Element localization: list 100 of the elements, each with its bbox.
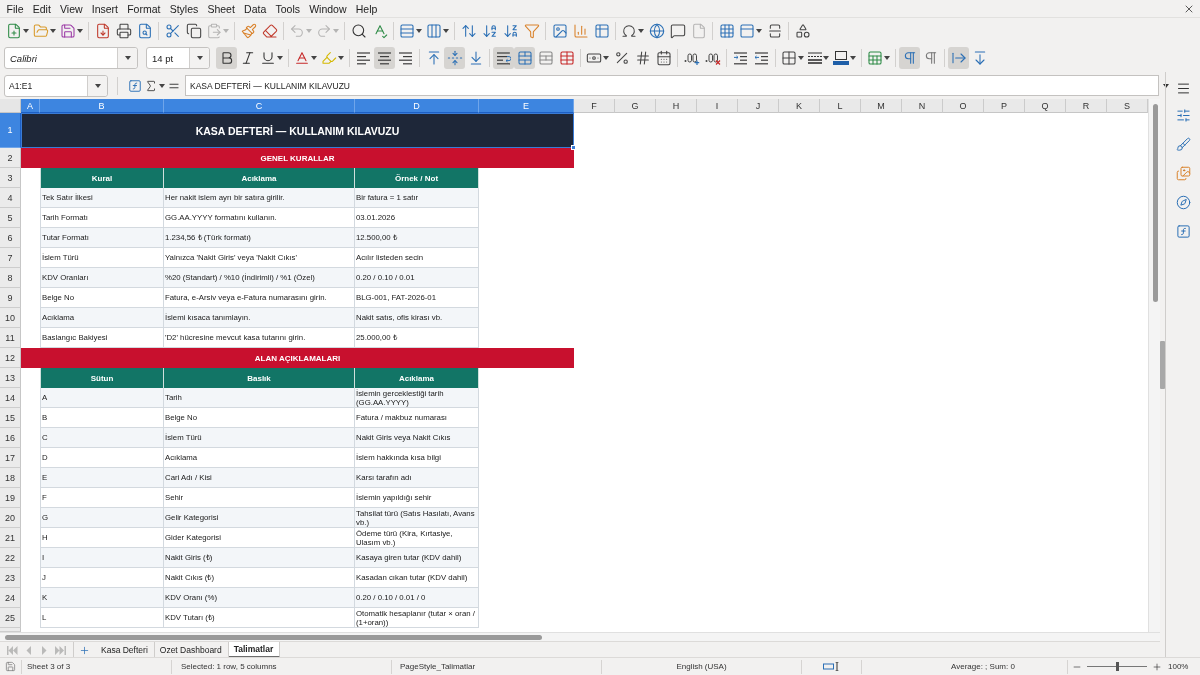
align-center-button[interactable] [374, 47, 395, 69]
row-header[interactable]: 20 [0, 508, 21, 528]
column-header[interactable]: B [40, 99, 164, 113]
column-header[interactable]: N [902, 99, 943, 113]
menu-item[interactable]: Help [351, 2, 382, 15]
horizontal-text-button[interactable] [948, 47, 969, 69]
bold-button[interactable] [216, 47, 237, 69]
row-header[interactable]: 9 [0, 288, 21, 308]
zoom-in-button[interactable] [1152, 661, 1162, 672]
row-header[interactable]: 10 [0, 308, 21, 328]
menu-item[interactable]: Styles [165, 2, 203, 15]
horizontal-scrollbar[interactable] [0, 632, 1160, 641]
column-header[interactable]: Q [1025, 99, 1066, 113]
title-banner[interactable]: KASA DEFTERİ — KULLANIM KILAVUZU [21, 113, 574, 148]
menu-icon [1175, 80, 1191, 96]
column-heading[interactable]: Sütun [40, 368, 164, 388]
column-header[interactable]: G [615, 99, 656, 113]
row-header[interactable]: 13 [0, 368, 21, 388]
row-header[interactable]: 22 [0, 548, 21, 568]
column-header[interactable]: A [21, 99, 40, 113]
row-header[interactable]: 7 [0, 248, 21, 268]
column-heading[interactable]: Örnek / Not [355, 168, 479, 188]
row-header[interactable]: 1 [0, 113, 21, 148]
section-banner[interactable]: ALAN AÇIKLAMALARI [21, 348, 574, 368]
row-header[interactable]: 23 [0, 568, 21, 588]
row-header[interactable]: 15 [0, 408, 21, 428]
column-header[interactable]: H [656, 99, 697, 113]
table-icon [593, 23, 610, 39]
sort-ascending-icon [481, 23, 498, 39]
row-header[interactable]: 8 [0, 268, 21, 288]
column-header[interactable]: L [820, 99, 861, 113]
column-header[interactable]: D [355, 99, 479, 113]
menu-item[interactable]: Tools [270, 2, 305, 15]
column-header[interactable]: J [738, 99, 779, 113]
scrollbar-thumb[interactable] [5, 635, 542, 640]
row-header[interactable]: 4 [0, 188, 21, 208]
printer-icon [115, 23, 132, 39]
borders-icon [781, 50, 797, 66]
vertical-scrollbar[interactable] [1148, 99, 1160, 632]
panel-top-icon [739, 23, 755, 39]
column-header[interactable]: R [1066, 99, 1107, 113]
sidebar-handle[interactable] [1160, 340, 1165, 389]
column-header[interactable]: E [479, 99, 574, 113]
menu-item[interactable]: Insert [87, 2, 123, 15]
row-header[interactable]: 6 [0, 228, 21, 248]
row-header[interactable]: 12 [0, 348, 21, 368]
selection-mode-icon[interactable] [822, 662, 841, 671]
column-heading[interactable]: Kural [40, 168, 164, 188]
menu-item[interactable]: Sheet [202, 2, 240, 15]
menu-item[interactable]: Data [239, 2, 271, 15]
row-header[interactable]: 2 [0, 148, 21, 168]
section-banner[interactable]: GENEL KURALLAR [21, 148, 574, 168]
rows-icon [399, 23, 415, 39]
zoom-percent[interactable]: 100% [1168, 662, 1189, 671]
column-header[interactable]: M [861, 99, 902, 113]
menu-item[interactable]: Window [304, 2, 352, 15]
column-header[interactable]: F [574, 99, 615, 113]
sheet-tab[interactable]: Kasa Defteri [96, 642, 155, 658]
column-heading[interactable]: Acıklama [355, 368, 479, 388]
column-header[interactable]: O [943, 99, 984, 113]
row-header[interactable]: 14 [0, 388, 21, 408]
formula-input[interactable]: KASA DEFTERİ — KULLANIM KILAVUZU [185, 75, 1159, 96]
menu-item[interactable]: View [55, 2, 88, 15]
column-header[interactable]: C [164, 99, 355, 113]
row-header[interactable]: 11 [0, 328, 21, 348]
dropdown-button[interactable] [117, 48, 137, 68]
wrap-text-button[interactable] [493, 47, 514, 69]
row-header[interactable]: 19 [0, 488, 21, 508]
column-header[interactable]: S [1107, 99, 1148, 113]
caret-icon [638, 29, 644, 33]
scrollbar-thumb[interactable] [1153, 104, 1158, 302]
align-middle-button[interactable] [444, 47, 465, 69]
font-name-field[interactable]: Calibri [4, 47, 138, 69]
column-heading[interactable]: Acıklama [164, 168, 355, 188]
row-header[interactable]: 3 [0, 168, 21, 188]
column-header[interactable]: P [984, 99, 1025, 113]
menu-item[interactable]: Edit [28, 2, 56, 15]
row-header[interactable]: 21 [0, 528, 21, 548]
column-header[interactable]: K [779, 99, 820, 113]
menu-item[interactable]: Format [122, 2, 166, 15]
dropdown-button[interactable] [87, 75, 107, 96]
language-indicator[interactable]: English (USA) [676, 662, 727, 671]
zoom-thumb[interactable] [1116, 662, 1119, 671]
row-header[interactable]: 18 [0, 468, 21, 488]
menu-item[interactable]: File [2, 2, 29, 15]
row-header[interactable]: 16 [0, 428, 21, 448]
row-header[interactable]: 17 [0, 448, 21, 468]
row-header[interactable]: 24 [0, 588, 21, 608]
font-size-field[interactable]: 14 pt [146, 47, 210, 69]
name-box[interactable]: A1:E1 [4, 74, 108, 97]
fill-handle[interactable] [571, 145, 576, 150]
column-heading[interactable]: Baslık [164, 368, 355, 388]
sheet-tab[interactable]: Talimatlar [228, 642, 281, 658]
wrap-text-icon [496, 51, 511, 65]
column-header[interactable]: I [697, 99, 738, 113]
left-to-right-button[interactable] [899, 47, 920, 69]
row-header[interactable]: 5 [0, 208, 21, 228]
dropdown-button[interactable] [189, 48, 209, 68]
sheet-tab[interactable]: Ozet Dashboard [154, 642, 229, 658]
row-header[interactable]: 25 [0, 608, 21, 628]
